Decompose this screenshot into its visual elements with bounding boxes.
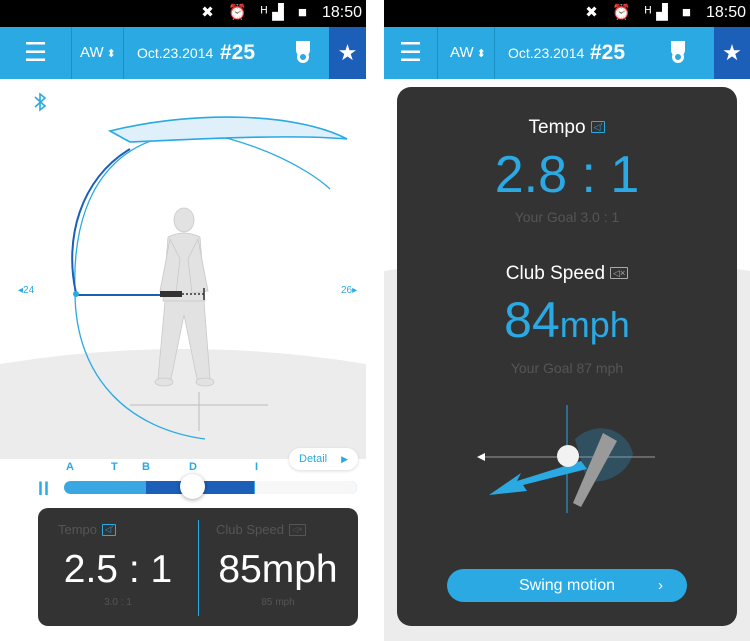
previous-swing-link[interactable]: ◂24 — [18, 285, 34, 296]
sound-off-icon[interactable]: ◁× — [288, 524, 306, 536]
menu-button[interactable]: ☰ — [0, 27, 72, 79]
chevron-right-icon: › — [658, 577, 663, 594]
club-label: AW — [80, 44, 104, 61]
play-icon: ▶ — [341, 454, 348, 464]
pause-icon[interactable]: ll — [38, 479, 50, 500]
favorite-button[interactable]: ★ — [329, 27, 366, 79]
club-speed-label-group: Club Speed ◁× — [216, 522, 306, 537]
impact-diagram — [477, 405, 655, 513]
detail-label: Detail — [299, 453, 328, 465]
session-date: Oct.23.2014 — [137, 45, 214, 61]
app-bar: ☰ AW ⬍ Oct.23.2014 #25 ★ — [384, 27, 750, 79]
divider — [123, 27, 124, 79]
next-swing-link[interactable]: 26▸ — [341, 285, 357, 296]
swing-arc-backstroke — [71, 148, 131, 294]
club-speed-number: 84 — [504, 292, 560, 348]
swing-trail — [107, 116, 348, 143]
status-time: 18:50 — [321, 4, 362, 21]
phase-downswing: D — [189, 461, 197, 473]
club-arrow-icon: ⬍ — [106, 48, 116, 60]
status-icons: ✖ ⏰ ᴴ▟ ■ — [585, 4, 696, 21]
club-grip — [160, 291, 182, 297]
club-label: AW — [450, 44, 474, 61]
golf-ball — [557, 445, 579, 467]
phase-address: A — [66, 461, 74, 473]
app-bar: ☰ AW ⬍ Oct.23.2014 #25 ★ — [0, 27, 366, 79]
status-bar: ✖ ⏰ ᴴ▟ ■ 18:50 — [384, 0, 750, 27]
menu-icon: ☰ — [23, 37, 48, 67]
sound-off-icon[interactable]: ◁× — [610, 267, 629, 279]
tempo-label-group: Tempo ◁ʼ — [58, 522, 116, 537]
bluetooth-icon — [34, 92, 47, 112]
detail-button[interactable]: Detail ▶ — [289, 448, 358, 470]
club-speed-unit: mph — [559, 304, 630, 345]
swing-screen-right: ✖ ⏰ ᴴ▟ ■ 18:50 ☰ AW ⬍ Oct.23.2014 #25 ★ T… — [384, 0, 750, 641]
club-arrow-icon: ⬍ — [476, 48, 486, 60]
swing-number: #25 — [590, 41, 626, 64]
tempo-goal: 3.0 : 1 — [104, 597, 132, 608]
phase-impact: I — [255, 461, 259, 473]
favorite-button[interactable]: ★ — [714, 27, 750, 79]
divider — [494, 27, 495, 79]
status-bar: ✖ ⏰ ᴴ▟ ■ 18:50 — [0, 0, 366, 27]
star-icon: ★ — [337, 40, 358, 65]
stats-card: Tempo ◁ʼ Club Speed ◁× 2.5 : 1 85mph 3.0 :… — [38, 508, 358, 626]
trophy-icon — [296, 41, 310, 63]
target-direction-icon — [477, 453, 485, 461]
star-icon: ★ — [722, 40, 742, 65]
club-selector[interactable]: AW ⬍ — [450, 27, 486, 79]
ground-area — [0, 349, 366, 459]
tempo-title: Tempo — [528, 117, 586, 138]
status-icons: ✖ ⏰ ᴴ▟ ■ — [201, 4, 312, 21]
club-speed-title: Club Speed — [505, 263, 606, 284]
club-speed-result: 84mph — [397, 291, 737, 349]
swing-start-marker — [73, 291, 79, 297]
result-overlay-panel: Tempo ◁ʼ 2.8 : 1 Your Goal 3.0 : 1 Club S… — [397, 87, 737, 626]
club-speed-goal: 85 mph — [261, 597, 295, 608]
swing-motion-button[interactable]: Swing motion › — [447, 569, 687, 602]
timeline-thumb[interactable] — [180, 474, 205, 499]
session-date: Oct.23.2014 — [508, 45, 585, 61]
swing-number: #25 — [220, 41, 256, 64]
tempo-title-group: Tempo ◁ʼ — [397, 117, 737, 139]
club-selector[interactable]: AW ⬍ — [80, 27, 116, 79]
tempo-value: 2.5 : 1 — [63, 548, 173, 591]
trophy-button[interactable] — [652, 27, 704, 79]
timeline-track-remaining — [255, 481, 357, 494]
club-speed-title-group: Club Speed ◁× — [397, 263, 737, 285]
phase-backswing: B — [142, 461, 150, 473]
club-speed-value: 85mph — [218, 548, 338, 591]
tempo-label: Tempo — [58, 522, 98, 537]
swing-visualization — [0, 116, 366, 459]
sound-on-icon[interactable]: ◁ʼ — [102, 524, 116, 536]
trophy-icon — [671, 41, 685, 63]
swing-screen-left: ✖ ⏰ ᴴ▟ ■ 18:50 ☰ AW⬍ Oct.23.2014 #25 ★ — [0, 0, 366, 641]
tempo-goal-text: Your Goal 3.0 : 1 — [514, 209, 620, 225]
club-speed-label: Club Speed — [216, 522, 284, 537]
menu-button[interactable]: ☰ — [384, 27, 438, 79]
swing-motion-label: Swing motion — [518, 577, 616, 594]
sound-on-icon[interactable]: ◁ʼ — [590, 121, 606, 133]
trophy-button[interactable] — [277, 27, 329, 79]
menu-icon: ☰ — [398, 37, 423, 67]
status-time: 18:50 — [705, 4, 746, 21]
club-speed-goal-text: Your Goal 87 mph — [510, 360, 624, 376]
tempo-result-value: 2.8 : 1 — [494, 146, 640, 204]
phase-top: T — [111, 461, 118, 473]
